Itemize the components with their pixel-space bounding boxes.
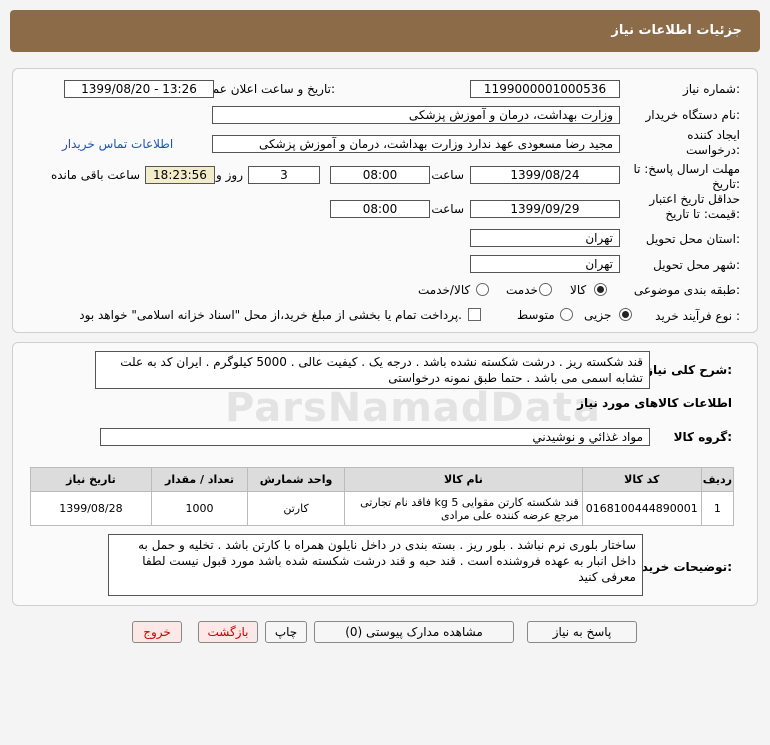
items-table: ردیف کد کالا نام کالا واحد شمارش تعداد /… (30, 467, 735, 526)
col-quantity: تعداد / مقدار (150, 467, 249, 492)
goods-info-title: اطلاعات کالاهای مورد نیاز (577, 396, 732, 410)
cell-quantity: 1000 (150, 491, 249, 526)
remaining-label: ساعت باقی مانده (50, 168, 140, 182)
cell-name: قند شکسته کارتن مقوایی 5 kg فاقد نام تجا… (343, 491, 583, 526)
process-minor-label: جزیی (584, 308, 612, 322)
table-row: 1 0168100444890001 قند شکسته کارتن مقوای… (30, 491, 735, 526)
announce-field: 1399/08/20 - 13:26 (64, 80, 214, 98)
goods-group-label: گروه کالا: (673, 430, 732, 444)
cell-date: 1399/08/28 (30, 491, 152, 526)
col-name: نام کالا (343, 467, 583, 492)
page-title: جزئیات اطلاعات نیاز (611, 23, 742, 38)
buyer-notes-label: توضیحات خریدار: (630, 560, 732, 574)
validity-time-field: 08:00 (330, 200, 430, 218)
process-radio-minor[interactable] (619, 308, 632, 321)
buyer-contact-link[interactable]: اطلاعات تماس خریدار (62, 137, 173, 151)
days-label: روز و (216, 168, 243, 182)
creator-label: ایجاد کننده درخواست: (686, 128, 740, 157)
need-description-box: قند شکسته ریز . درشت شکسته نشده باشد . د… (95, 351, 650, 389)
category-goods-label: کالا (570, 283, 587, 297)
col-unit: واحد شمارش (247, 467, 345, 492)
validity-date-field: 1399/09/29 (470, 200, 620, 218)
province-label: استان محل تحویل: (645, 232, 740, 246)
need-description-label: شرح کلی نیاز: (646, 363, 732, 377)
cell-unit: کارتن (247, 491, 345, 526)
city-label: شهر محل تحویل: (653, 258, 740, 272)
process-radio-medium[interactable] (560, 308, 573, 321)
buyer-notes-box: ساختار بلوری نرم نباشد . بلور ریز . بسته… (108, 534, 643, 596)
process-medium-label: متوسط (517, 308, 555, 322)
attachments-button[interactable]: مشاهده مدارک پیوستی (0) (314, 621, 514, 643)
creator-field: مجید رضا مسعودی عهد ندارد وزارت بهداشت، … (212, 135, 620, 153)
items-table-header: ردیف کد کالا نام کالا واحد شمارش تعداد /… (30, 467, 735, 492)
treasury-checkbox[interactable] (468, 308, 481, 321)
cell-row: 1 (700, 491, 735, 526)
buyer-field: وزارت بهداشت، درمان و آموزش پزشکی (212, 106, 620, 124)
category-service-label: خدمت (506, 283, 538, 297)
category-radio-goods-service[interactable] (476, 283, 489, 296)
goods-group-field: مواد غذائي و نوشيدني (100, 428, 650, 446)
col-date: تاریخ نیاز (30, 467, 152, 492)
deadline-time-field: 08:00 (330, 166, 430, 184)
deadline-time-label: ساعت (431, 168, 464, 182)
exit-button[interactable]: خروج (132, 621, 182, 643)
back-button[interactable]: بازگشت (198, 621, 258, 643)
city-field: تهران (470, 255, 620, 273)
province-field: تهران (470, 229, 620, 247)
respond-button[interactable]: پاسخ به نیاز (527, 621, 637, 643)
validity-time-label: ساعت (431, 202, 464, 216)
category-radio-service[interactable] (539, 283, 552, 296)
validity-label: حداقل تاریخ اعتبار قیمت: تا تاریخ: (649, 192, 740, 221)
cell-code: 0168100444890001 (581, 491, 702, 526)
deadline-label: مهلت ارسال پاسخ: تا تاریخ: (633, 162, 740, 191)
process-label: نوع فرآیند خرید : (655, 309, 740, 323)
payment-note: پرداخت تمام یا بخشی از مبلغ خرید،از محل … (79, 308, 462, 322)
days-field: 3 (248, 166, 320, 184)
remaining-time-field: 18:23:56 (145, 166, 215, 184)
need-number-label: شماره نیاز: (682, 82, 740, 96)
category-goods-service-label: کالا/خدمت (418, 283, 471, 297)
category-radio-goods[interactable] (594, 283, 607, 296)
print-button[interactable]: چاپ (265, 621, 307, 643)
need-number-field: 1199000001000536 (470, 80, 620, 98)
page-header: جزئیات اطلاعات نیاز (10, 10, 760, 52)
buyer-label: نام دستگاه خریدار: (645, 108, 741, 122)
category-label: طبقه بندی موضوعی: (633, 283, 740, 297)
deadline-date-field: 1399/08/24 (470, 166, 620, 184)
col-code: کد کالا (581, 467, 702, 492)
col-row: ردیف (700, 467, 735, 492)
watermark: ParsNamadData (225, 385, 601, 431)
